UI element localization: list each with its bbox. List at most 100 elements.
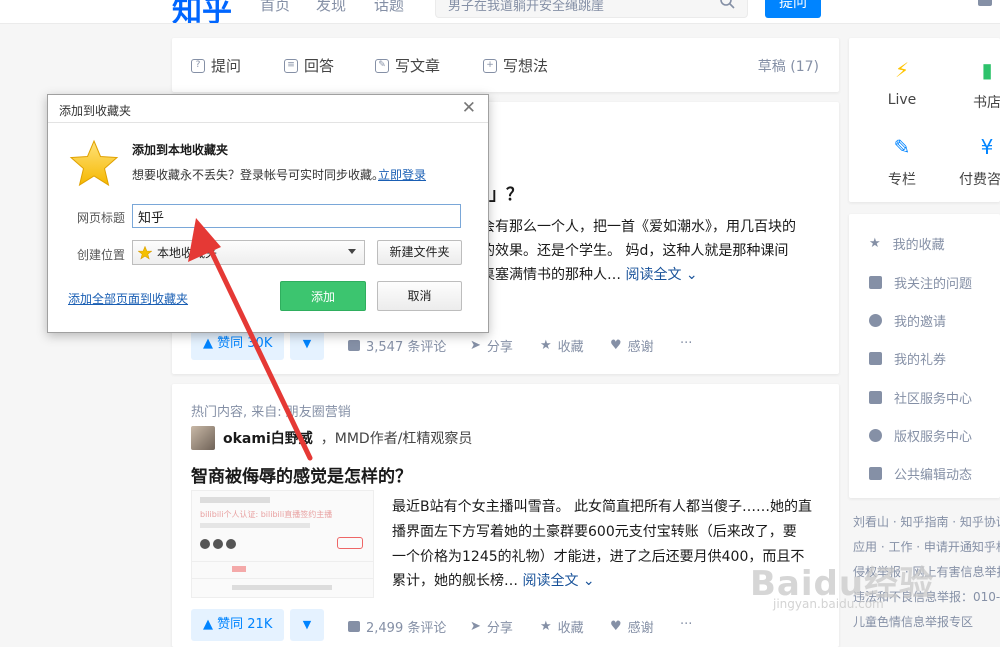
search-input[interactable]: 男子在我道躺开安全绳跳崖 <box>435 0 748 18</box>
sidebar-item-invitations[interactable]: 我的邀请 <box>869 311 946 330</box>
zhihu-logo[interactable]: 知乎 <box>172 0 232 23</box>
dropdown-arrow-icon <box>348 249 356 254</box>
feed-source: 热门内容, 来自: 朋友圈营销 <box>191 405 351 420</box>
write-idea-button[interactable]: + 写想法 <box>483 55 548 76</box>
new-folder-button[interactable]: 新建文件夹 <box>377 240 462 265</box>
feed-excerpt-line: 最近B站有个女主播叫雪音。 此女简直把所有人都当傻子……她的直 <box>392 499 813 515</box>
write-ask-label: 提问 <box>211 57 242 75</box>
star-icon <box>138 245 152 259</box>
document-icon: ≡ <box>284 58 298 73</box>
feed-card: 热门内容, 来自: 朋友圈营销 okami白野威 ，MMD作者/杠精观察员 智商被… <box>172 384 839 647</box>
write-answer-button[interactable]: ≡ 回答 <box>284 55 334 76</box>
sidebar-item-copyright-center[interactable]: 版权服务中心 <box>869 426 972 445</box>
drafts-link[interactable]: 草稿 (17) <box>758 56 819 76</box>
nav-home[interactable]: 首页 <box>260 0 290 15</box>
top-navbar: 知乎 首页 发现 话题 男子在我道躺开安全绳跳崖 提问 <box>0 0 1000 24</box>
idea-icon: + <box>483 58 497 73</box>
sidebar-item-public-edits[interactable]: 公共编辑动态 <box>869 464 972 483</box>
question-icon <box>869 276 882 289</box>
footer-line[interactable]: 刘看山 · 知乎指南 · 知乎协议 <box>853 510 1000 535</box>
vote-up-button[interactable]: ▲ 赞同 21K <box>191 609 285 641</box>
write-article-button[interactable]: ✎ 写文章 <box>375 55 440 76</box>
add-button[interactable]: 添加 <box>280 281 366 311</box>
ask-button[interactable]: 提问 <box>765 0 821 18</box>
feed-excerpt-line: 桌塞满情书的那种人… 阅读全文 ⌄ <box>481 267 698 283</box>
login-link[interactable]: 立即登录 <box>378 166 426 183</box>
more-button[interactable]: ··· <box>680 336 692 351</box>
star-icon <box>69 139 119 187</box>
feed-title[interactable]: 智商被侮辱的感觉是怎样的？ <box>191 462 412 487</box>
vote-down-button[interactable]: ▼ <box>290 609 324 641</box>
search-icon[interactable] <box>719 0 735 9</box>
write-ask-button[interactable]: ? 提问 <box>191 55 241 76</box>
comment-icon <box>348 340 360 351</box>
favorite-button[interactable]: ★ 收藏 <box>540 617 584 636</box>
copyright-icon <box>869 429 882 442</box>
close-icon[interactable]: ✕ <box>462 98 476 118</box>
footer-line[interactable]: 儿童色情信息举报专区 <box>853 610 1000 635</box>
write-idea-label: 写想法 <box>503 57 549 75</box>
location-select[interactable]: 本地收藏夹 <box>132 240 365 265</box>
author-name[interactable]: okami白野威 <box>223 428 313 448</box>
star-icon: ★ <box>540 619 552 634</box>
search-placeholder: 男子在我道躺开安全绳跳崖 <box>448 0 605 14</box>
title-label: 网页标题 <box>77 211 126 225</box>
cancel-button[interactable]: 取消 <box>377 281 462 311</box>
sidebar-bookstore[interactable]: ▮ 书店 <box>934 58 1000 112</box>
thumbnail-caption: bilibili个人认证: bilibili直播签约主播 <box>200 510 333 519</box>
comment-icon <box>348 621 360 632</box>
book-icon: ▮ <box>981 58 993 82</box>
feed-excerpt-line: 一个价格为1245的礼物）才能进，进了之后还要月供400，而且不 <box>392 549 805 565</box>
heart-icon: ♥ <box>610 619 622 634</box>
dialog-heading: 添加到本地收藏夹 <box>132 143 229 157</box>
person-add-icon <box>869 314 882 327</box>
read-more-link[interactable]: 阅读全文 <box>625 267 681 283</box>
thanks-button[interactable]: ♥ 感谢 <box>610 617 654 636</box>
sidebar-item-followed-questions[interactable]: 我关注的问题 <box>869 273 972 292</box>
dialog-title: 添加到收藏夹 <box>59 104 132 118</box>
edit-icon <box>869 467 882 480</box>
share-icon: ➤ <box>470 338 481 353</box>
dialog-description: 想要收藏永不丢失？登录帐号可实时同步收藏。 <box>132 168 385 182</box>
sidebar-item-favorites[interactable]: ★ 我的收藏 <box>869 234 945 253</box>
page-title-input[interactable] <box>132 204 461 228</box>
bell-icon[interactable] <box>978 0 992 6</box>
read-more-link[interactable]: 阅读全文 <box>522 573 578 589</box>
feed-excerpt-line: 累计，她的舰长榜… 阅读全文 ⌄ <box>392 573 595 589</box>
location-label: 创建位置 <box>77 248 126 262</box>
add-favorite-dialog: 添加到收藏夹 ✕ 添加到本地收藏夹 想要收藏永不丢失？登录帐号可实时同步收藏。 … <box>47 94 489 333</box>
feed-excerpt-line: 的效果。还是个学生。 妈d，这种人就是那种课间 <box>481 243 789 259</box>
chevron-down-icon: ⌄ <box>685 267 698 283</box>
author-bio: ，MMD作者/杠精观察员 <box>320 431 473 447</box>
sidebar-item-coupons[interactable]: 我的礼券 <box>869 349 946 368</box>
share-button[interactable]: ➤ 分享 <box>470 336 513 355</box>
author-row: okami白野威 ，MMD作者/杠精观察员 <box>191 426 472 450</box>
avatar[interactable] <box>191 426 215 450</box>
sidebar-paid-consult[interactable]: ¥付费咨询 <box>934 135 1000 189</box>
yen-icon: ¥ <box>980 135 994 159</box>
write-panel: ? 提问 ≡ 回答 ✎ 写文章 + 写想法 草稿 (17) <box>172 38 839 92</box>
feed-excerpt-line: 会有那么一个人，把一首《爱如潮水》，用几百块的 <box>481 219 796 235</box>
share-icon: ➤ <box>470 619 481 634</box>
favorite-button[interactable]: ★ 收藏 <box>540 336 584 355</box>
add-all-pages-link[interactable]: 添加全部页面到收藏夹 <box>68 290 188 307</box>
thanks-button[interactable]: ♥ 感谢 <box>610 336 654 355</box>
edit-icon: ✎ <box>375 58 389 73</box>
write-answer-label: 回答 <box>304 57 335 75</box>
question-icon: ? <box>191 58 205 73</box>
feed-thumbnail[interactable]: bilibili个人认证: bilibili直播签约主播 <box>191 490 374 598</box>
flag-icon <box>869 391 882 404</box>
nav-discover[interactable]: 发现 <box>316 0 346 15</box>
comments-button[interactable]: 3,547 条评论 <box>348 336 446 355</box>
comments-button[interactable]: 2,499 条评论 <box>348 617 446 636</box>
sidebar-item-community-center[interactable]: 社区服务中心 <box>869 388 972 407</box>
ticket-icon <box>869 352 882 365</box>
dialog-divider <box>48 122 488 123</box>
heart-icon: ♥ <box>610 338 622 353</box>
star-icon: ★ <box>540 338 552 353</box>
nav-topics[interactable]: 话题 <box>374 0 404 15</box>
more-button[interactable]: ··· <box>680 617 692 632</box>
feed-excerpt-line: 播界面左下方写着她的土豪群要600元支付宝转账（后来改了，要 <box>392 524 797 540</box>
share-button[interactable]: ➤ 分享 <box>470 617 513 636</box>
sidebar-links: ★ 我的收藏 我关注的问题 我的邀请 我的礼券 社区服务中心 版权服务中心 公共编… <box>849 214 1000 498</box>
